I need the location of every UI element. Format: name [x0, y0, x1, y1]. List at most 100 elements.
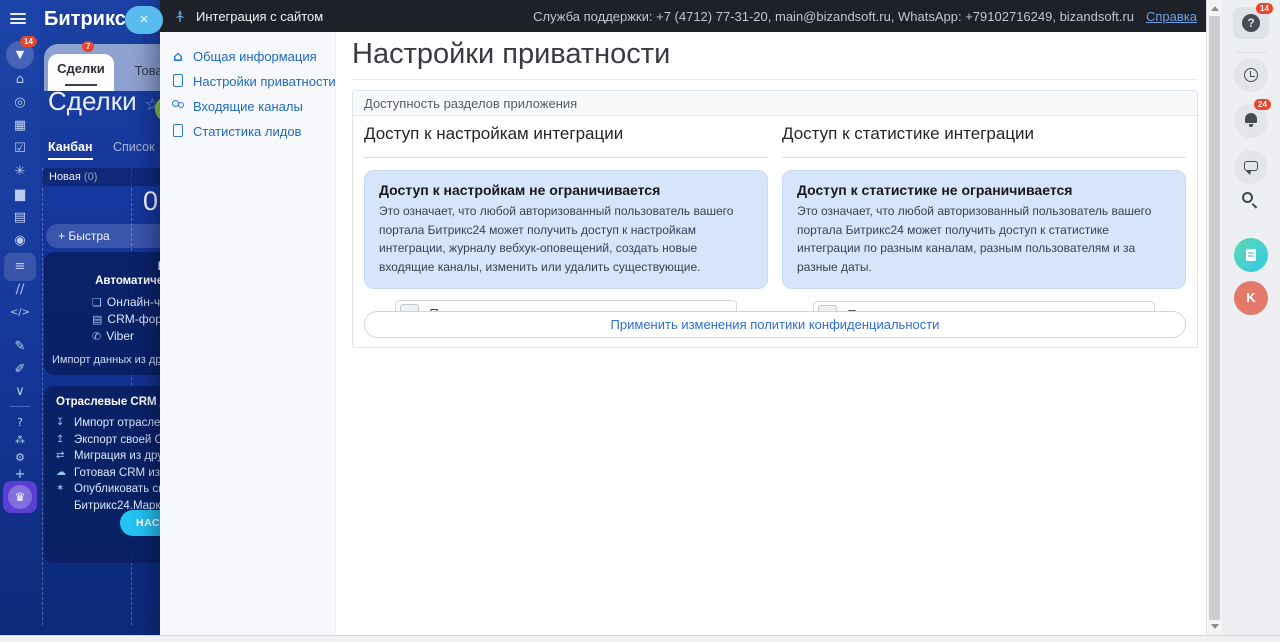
slider-title: Интеграция с сайтом [196, 9, 323, 24]
channel-online-chat[interactable]: ❏Онлайн-чат [44, 294, 160, 311]
code-icon[interactable]: </> [0, 304, 40, 322]
notifications-badge: 24 [1254, 99, 1271, 110]
help-badge: 14 [1256, 3, 1273, 14]
share-icon: ✶ [56, 481, 64, 498]
support-text: Служба поддержки: +7 (4712) 77-31-20, ma… [533, 9, 1134, 24]
analytics-icon[interactable]: ▆ [0, 186, 40, 204]
help-icon[interactable]: ? [0, 414, 40, 432]
industry-crm-card: Отраслевые CRM для ва ↧Импорт отраслевой… [44, 386, 160, 563]
sidebar-divider [10, 406, 30, 407]
tasks-icon[interactable]: ☑ [0, 140, 40, 158]
view-tabs: Канбан Список Дела [48, 140, 160, 160]
crm-migration-item[interactable]: ⇄Миграция из другой [44, 448, 160, 465]
home-icon: ⌂ [170, 49, 186, 65]
bell-icon [1245, 113, 1257, 123]
crown-icon[interactable]: ♛ [8, 485, 32, 509]
kanban-column-sum: 0 [40, 186, 158, 217]
export-icon: ↥ [56, 432, 64, 449]
crm-publish-item[interactable]: ✶Опубликовать свою [44, 481, 160, 498]
scroll-up-arrow[interactable] [1211, 6, 1219, 11]
user-avatar[interactable]: K [1234, 281, 1268, 315]
crm-ready-item[interactable]: ☁Готовая CRM из Битр [44, 465, 160, 482]
doc-edit-icon[interactable]: ✎ [0, 338, 40, 356]
help-link[interactable]: Справка [1146, 9, 1197, 24]
nav-item-privacy[interactable]: Настройки приватности [170, 69, 335, 94]
settings-access-infobox: Доступ к настройкам не ограничивается Эт… [364, 170, 768, 289]
page-title: Настройки приватности [352, 38, 670, 71]
question-icon: ? [1242, 14, 1260, 32]
scroll-down-arrow[interactable] [1211, 624, 1219, 629]
messenger-button[interactable] [1234, 150, 1268, 184]
integration-icon [173, 9, 187, 23]
kanban-drop-guide [42, 168, 43, 625]
document-icon [1246, 249, 1256, 261]
contact-center-card: Контакт- Автоматическое до ❏Онлайн-чат ▤… [44, 252, 160, 375]
kanban-column-header[interactable]: Новая (0) [42, 168, 160, 186]
contacts-icon[interactable]: ▤ [0, 209, 40, 227]
support-bar: Служба поддержки: +7 (4712) 77-31-20, ma… [533, 9, 1197, 24]
section-heading: Доступ к настройкам интеграции [364, 116, 768, 158]
home-icon[interactable]: ⌂ [0, 71, 40, 89]
channel-viber[interactable]: ✆Viber [44, 328, 160, 345]
crm-export-item[interactable]: ↥Экспорт своей CRM в [44, 432, 160, 449]
title-divider [352, 79, 1198, 80]
integration-slider: Интеграция с сайтом Служба поддержки: +7… [160, 0, 1206, 635]
app-left-sidebar: ▼ 14 ⌂ ◎ ▦ ☑ ✳ ▆ ▤ ◉ ≡ ∕∕ </> ✎ ✐ ∨ ? ⁂ … [0, 0, 40, 642]
privacy-settings-page: Настройки приватности Доступность раздел… [336, 32, 1206, 635]
configure-button[interactable]: НАСТРО [120, 510, 160, 536]
horizontal-scrollbar[interactable] [0, 635, 1280, 642]
robot-icon[interactable]: ◉ [0, 232, 40, 250]
quick-deal-button[interactable]: + Быстра [46, 224, 160, 248]
nav-item-lead-stats[interactable]: Статистика лидов [170, 119, 335, 144]
logo-brand: Битрикс [44, 8, 126, 30]
background-app: Битрикс24 Сделки Товары 7 Сделки☆ Канбан… [40, 0, 160, 635]
menu-hamburger-icon[interactable] [10, 13, 26, 24]
chevron-down-icon[interactable]: ∨ [0, 383, 40, 401]
cloud-icon: ☁ [56, 465, 66, 482]
view-tab-kanban[interactable]: Канбан [48, 140, 93, 160]
modal-scrollbar[interactable] [1206, 0, 1222, 635]
slider-nav: ⌂ Общая информация Настройки приватности… [160, 32, 336, 635]
import-icon: ↧ [56, 415, 64, 432]
page-title-deals: Сделки☆ [48, 86, 160, 117]
sign-icon[interactable]: ✐ [0, 361, 40, 379]
document-icon [173, 124, 183, 137]
form-icon: ▤ [92, 313, 102, 326]
kanban-column-count: (0) [84, 171, 97, 183]
stats-access-section: Доступ к статистике интеграции Доступ к … [782, 116, 1186, 329]
store-icon[interactable]: ▦ [0, 117, 40, 135]
browser-tabs-strip: Сделки Товары [44, 44, 160, 91]
sitemap-icon[interactable]: ⁂ [0, 432, 40, 450]
view-tab-list[interactable]: Список [113, 140, 155, 154]
app-root: ▼ 14 ⌂ ◎ ▦ ☑ ✳ ▆ ▤ ◉ ≡ ∕∕ </> ✎ ✐ ∨ ? ⁂ … [0, 0, 1280, 642]
chat-bubble-icon: ❏ [92, 296, 102, 309]
marketing-icon[interactable]: ∕∕ [0, 281, 40, 299]
chat-icon [1244, 161, 1258, 171]
filter-badge: 14 [20, 36, 37, 47]
close-slider-button[interactable]: × [125, 6, 163, 34]
copilot-button[interactable] [1234, 238, 1268, 272]
availability-panel: Доступность разделов приложения Доступ к… [352, 90, 1198, 348]
slider-body: ⌂ Общая информация Настройки приватности… [160, 32, 1206, 635]
nav-item-general[interactable]: ⌂ Общая информация [170, 44, 335, 69]
database-icon[interactable]: ≡ [0, 258, 40, 276]
channel-crm-forms[interactable]: ▤CRM-формы [44, 311, 160, 328]
stats-access-infobox: Доступ к статистике не ограничивается Эт… [782, 170, 1186, 289]
slider-header: Интеграция с сайтом Служба поддержки: +7… [160, 0, 1206, 32]
automation-icon[interactable]: ✳ [0, 163, 40, 181]
panel-header: Доступность разделов приложения [353, 91, 1197, 116]
rail-divider [1235, 52, 1267, 53]
target-icon[interactable]: ◎ [0, 94, 40, 112]
import-other-crm-link[interactable]: другой [149, 354, 160, 366]
import-data-footer: Импорт данных из другой [52, 354, 160, 366]
nav-item-channels[interactable]: Входящие каналы [170, 94, 335, 119]
people-icon [171, 100, 185, 111]
scrollbar-thumb[interactable] [1209, 16, 1220, 620]
search-icon[interactable] [1242, 192, 1253, 203]
settings-gear-icon[interactable]: ⚙ [0, 449, 40, 467]
apply-privacy-button[interactable]: Применить изменения политики конфиденциа… [364, 311, 1186, 338]
timer-button[interactable] [1234, 58, 1268, 92]
phone-icon: ✆ [92, 330, 101, 343]
section-heading: Доступ к статистике интеграции [782, 116, 1186, 158]
crm-import-item[interactable]: ↧Импорт отраслевой [44, 415, 160, 432]
